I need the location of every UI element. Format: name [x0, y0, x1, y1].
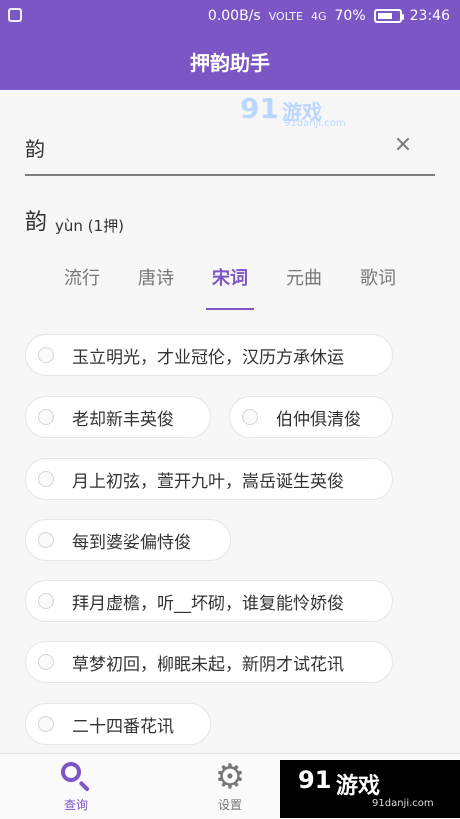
watermark-bottom: 91 游戏 91danji.com [280, 760, 460, 818]
tab-lyrics[interactable]: 歌词 [360, 264, 396, 290]
category-tabs: 流行 唐诗 宋词 元曲 歌词 [0, 250, 460, 310]
tab-tang-poetry[interactable]: 唐诗 [138, 264, 174, 290]
radio-circle-icon[interactable] [38, 409, 54, 425]
radio-circle-icon[interactable] [38, 593, 54, 609]
list-item[interactable]: 伯仲俱清俊 [229, 396, 393, 438]
list-item[interactable]: 草梦初回，柳眠未起，新阴才试花讯 [25, 641, 393, 683]
list-item-text: 月上初弦，萱开九叶，嵩岳诞生英俊 [72, 471, 344, 492]
list-item-text: 拜月虚檐，听__坏砌，谁复能怜娇俊 [72, 593, 344, 614]
list-item-text: 老却新丰英俊 [72, 409, 174, 430]
gear-icon: ⚙ [214, 757, 246, 797]
status-right: 0.00B/s VOLTE 4G 70% 23:46 [208, 8, 450, 24]
nav-search-label: 查询 [63, 798, 88, 812]
radio-circle-icon[interactable] [242, 409, 258, 425]
watermark-text: 游戏 [336, 774, 381, 799]
watermark-logo: 91 [298, 766, 332, 794]
list-item[interactable]: 月上初弦，萱开九叶，嵩岳诞生英俊 [25, 458, 393, 500]
list-item-text: 二十四番花讯 [72, 716, 174, 737]
radio-circle-icon[interactable] [38, 716, 54, 732]
close-icon[interactable] [391, 132, 415, 156]
status-bar: 0.00B/s VOLTE 4G 70% 23:46 [0, 0, 460, 32]
list-item[interactable]: 玉立明光，才业冠伦，汉历方承休运 [25, 334, 393, 376]
list-item[interactable]: 每到婆娑偏恃俊 [25, 519, 231, 561]
battery-percent: 70% [334, 8, 366, 24]
radio-circle-icon[interactable] [38, 654, 54, 670]
nav-settings-label: 设置 [217, 798, 242, 812]
list-item[interactable]: 拜月虚檐，听__坏砌，谁复能怜娇俊 [25, 580, 393, 622]
search-icon [59, 760, 93, 794]
network-speed: 0.00B/s [207, 8, 261, 24]
nav-search[interactable]: 查询 [21, 754, 131, 819]
tab-song-ci[interactable]: 宋词 [212, 264, 248, 290]
app-bar: 押韵助手 [0, 32, 460, 90]
watermark-url: 91danji.com [372, 798, 434, 809]
list-item-text: 伯仲俱清俊 [276, 409, 361, 430]
list-item[interactable]: 老却新丰英俊 [25, 396, 211, 438]
search-input[interactable] [25, 130, 385, 164]
list-item-text: 每到婆娑偏恃俊 [72, 532, 191, 553]
signal-icon: 4G [310, 9, 327, 23]
battery-icon [373, 9, 404, 23]
tab-yuan-qu[interactable]: 元曲 [286, 264, 322, 290]
tab-indicator [206, 308, 254, 310]
clock: 23:46 [409, 8, 450, 24]
app-title: 押韵助手 [190, 50, 270, 75]
radio-circle-icon[interactable] [38, 347, 54, 363]
volte-label: VOLTE [268, 9, 303, 23]
battery-fill [377, 13, 392, 19]
rhyme-pinyin: yùn (1押) [55, 217, 124, 235]
rhyme-char: 韵 [25, 210, 48, 235]
list-item[interactable]: 二十四番花讯 [25, 703, 211, 745]
tab-popular[interactable]: 流行 [64, 264, 100, 290]
screenshot-icon [8, 8, 22, 22]
list-item-text: 玉立明光，才业冠伦，汉历方承休运 [72, 347, 344, 368]
radio-circle-icon[interactable] [38, 532, 54, 548]
search-row [25, 120, 435, 176]
nav-settings[interactable]: ⚙ 设置 [175, 754, 285, 819]
radio-circle-icon[interactable] [38, 471, 54, 487]
list-item-text: 草梦初回，柳眠未起，新阴才试花讯 [72, 654, 344, 675]
rhyme-info: 韵 yùn (1押) [25, 204, 124, 236]
